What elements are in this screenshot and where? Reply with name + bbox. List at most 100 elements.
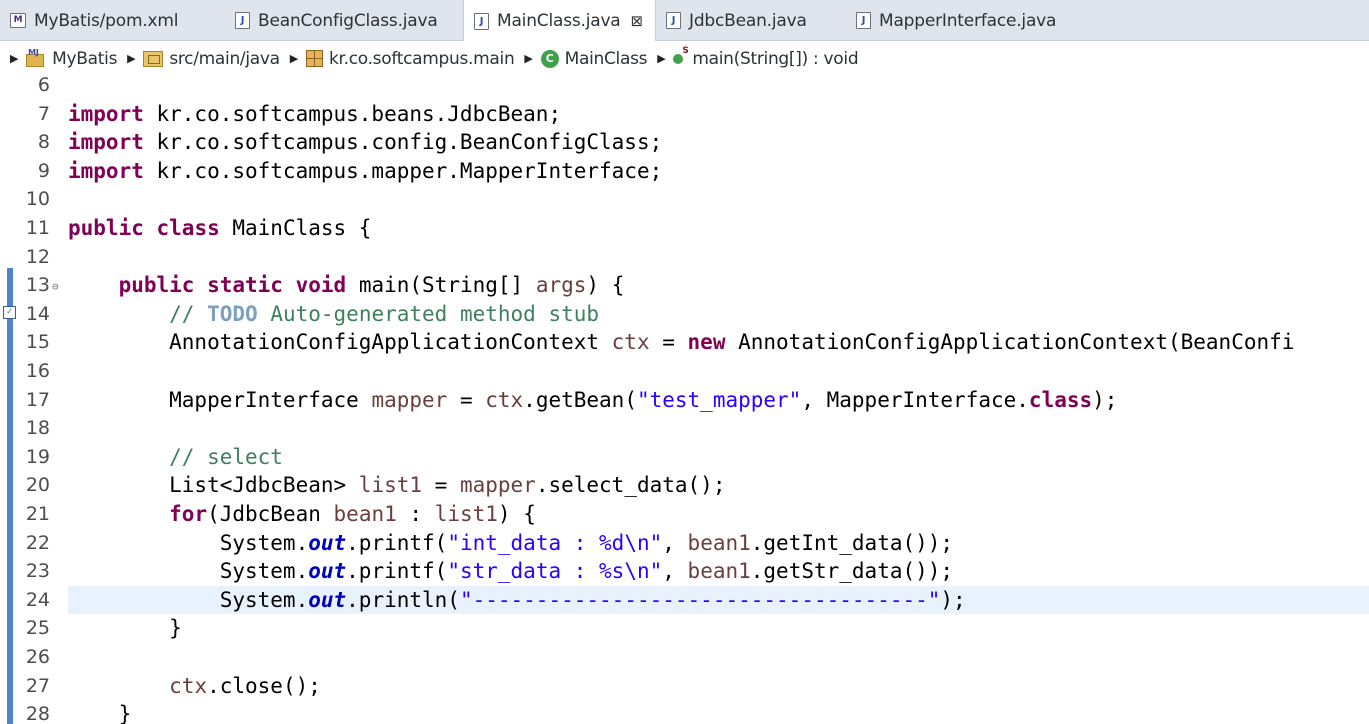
breadcrumb-arrow-icon[interactable]: ▶ <box>657 52 665 65</box>
maven-file-icon: M <box>10 13 26 28</box>
code-token: ); <box>940 587 966 612</box>
line-number: 21 <box>25 503 50 525</box>
code-line[interactable]: 27 ctx.close(); <box>0 672 1369 701</box>
code-text[interactable] <box>68 357 1369 386</box>
code-text[interactable]: ctx.close(); <box>68 672 1369 701</box>
fold-collapse-icon[interactable]: ⊖ <box>52 273 59 302</box>
code-token: import <box>68 101 144 126</box>
code-line[interactable]: 11 public class MainClass { <box>0 214 1369 243</box>
code-line[interactable]: 24 System.out.println("-----------------… <box>0 585 1369 615</box>
code-text[interactable]: import kr.co.softcampus.mapper.MapperInt… <box>68 157 1369 186</box>
line-number: 18 <box>25 417 50 440</box>
breadcrumb-package[interactable]: kr.co.softcampus.main <box>305 49 515 69</box>
code-line[interactable]: 23 System.out.printf("str_data : %s\n", … <box>0 557 1369 586</box>
code-text[interactable]: } <box>68 614 1369 643</box>
code-text[interactable] <box>68 76 1369 100</box>
code-text[interactable]: MapperInterface mapper = ctx.getBean("te… <box>68 386 1369 415</box>
code-line[interactable]: 9 import kr.co.softcampus.mapper.MapperIn… <box>0 157 1369 186</box>
static-method-icon <box>673 46 689 64</box>
code-text[interactable] <box>68 414 1369 443</box>
close-tab-icon[interactable]: ⊠ <box>631 12 644 30</box>
breadcrumb-project[interactable]: MJ MyBatis <box>26 48 117 69</box>
line-number: 10 <box>25 188 50 211</box>
code-line[interactable]: 26 <box>0 643 1369 672</box>
tab-pom-xml[interactable]: M MyBatis/pom.xml <box>0 0 225 41</box>
code-text[interactable]: AnnotationConfigApplicationContext ctx =… <box>68 328 1369 357</box>
code-token: MapperInterface <box>68 387 372 412</box>
code-text[interactable]: public static void main(String[] args) { <box>68 271 1369 300</box>
line-number: 13 <box>25 274 50 297</box>
breadcrumb-source-folder[interactable]: src/main/java <box>143 49 280 69</box>
code-token: = <box>447 387 486 412</box>
code-line[interactable]: 21 for(JdbcBean bean1 : list1) { <box>0 500 1369 529</box>
editor-tab-bar: M MyBatis/pom.xml J BeanConfigClass.java… <box>0 0 1369 42</box>
breadcrumb-arrow-icon[interactable]: ▶ <box>127 52 135 65</box>
code-token: import <box>68 158 144 183</box>
code-line[interactable]: 17 MapperInterface mapper = ctx.getBean(… <box>0 386 1369 415</box>
code-line[interactable]: 6 <box>0 76 1369 100</box>
code-line[interactable]: 22 System.out.printf("int_data : %d\n", … <box>0 529 1369 558</box>
code-line[interactable]: 19 // select <box>0 443 1369 472</box>
tab-jdbcbean[interactable]: J JdbcBean.java <box>656 0 846 41</box>
code-token: // <box>169 301 208 326</box>
code-token: bean1 <box>687 559 751 584</box>
code-token: list1 <box>358 473 423 498</box>
code-token: for <box>169 502 208 526</box>
code-text[interactable]: System.out.printf("str_data : %s\n", bea… <box>68 557 1369 586</box>
code-line[interactable]: 10 <box>0 185 1369 214</box>
code-token: : <box>396 502 435 526</box>
code-token: , <box>662 559 688 584</box>
line-number: 9 <box>37 159 50 182</box>
code-text[interactable]: System.out.printf("int_data : %d\n", bea… <box>68 529 1369 558</box>
code-token: ctx <box>169 673 208 698</box>
code-line[interactable]: 13 ⊖ public static void main(String[] arg… <box>0 271 1369 300</box>
code-text[interactable]: // select <box>68 443 1369 472</box>
code-text[interactable]: // TODO Auto-generated method stub <box>68 300 1369 329</box>
code-token: "------------------------------------" <box>459 587 941 612</box>
java-file-icon: J <box>666 12 681 29</box>
breadcrumb-arrow-icon[interactable]: ▶ <box>290 52 298 65</box>
code-token: Auto-generated method stub <box>257 301 600 326</box>
code-text[interactable]: import kr.co.softcampus.beans.JdbcBean; <box>68 100 1369 129</box>
code-line[interactable]: 15 AnnotationConfigApplicationContext ct… <box>0 328 1369 357</box>
code-text[interactable] <box>68 243 1369 272</box>
code-token: = <box>649 330 688 355</box>
code-token: out <box>308 530 347 555</box>
code-text[interactable]: System.out.println("--------------------… <box>68 585 1369 615</box>
code-token: (JdbcBean <box>207 502 334 526</box>
code-line[interactable]: 28 } <box>0 700 1369 724</box>
breadcrumb-method[interactable]: main(String[]) : void <box>673 46 859 69</box>
code-token: .select_data(); <box>535 473 726 498</box>
code-line[interactable]: 18 <box>0 414 1369 443</box>
breadcrumb-arrow-icon[interactable]: ▶ <box>524 52 532 65</box>
breadcrumb-class[interactable]: C MainClass <box>540 49 648 69</box>
line-number: 15 <box>25 331 50 354</box>
tab-mainclass[interactable]: J MainClass.java ⊠ <box>463 0 656 42</box>
line-number: 12 <box>25 245 50 268</box>
code-token: "test_mapper" <box>636 387 802 412</box>
code-text[interactable]: public class MainClass { <box>68 214 1369 243</box>
code-line[interactable]: 14 ✓ // TODO Auto-generated method stub <box>0 300 1369 329</box>
breadcrumb-arrow-icon[interactable]: ▶ <box>10 52 18 65</box>
code-editor[interactable]: 6 7 import kr.co.softcampus.beans.JdbcBean… <box>0 76 1369 724</box>
code-line[interactable]: 25 } <box>0 614 1369 643</box>
code-text[interactable] <box>68 643 1369 672</box>
code-line[interactable]: 7 import kr.co.softcampus.beans.JdbcBean; <box>0 100 1369 129</box>
code-text[interactable]: for(JdbcBean bean1 : list1) { <box>68 500 1369 529</box>
tab-mapperinterface[interactable]: J MapperInterface.java <box>846 0 1076 41</box>
code-text[interactable] <box>68 185 1369 214</box>
code-line[interactable]: 16 <box>0 357 1369 386</box>
code-text[interactable]: import kr.co.softcampus.config.BeanConfi… <box>68 128 1369 157</box>
code-text[interactable]: List<JdbcBean> list1 = mapper.select_dat… <box>68 471 1369 500</box>
tab-beanconfigclass[interactable]: J BeanConfigClass.java <box>225 0 465 41</box>
task-marker-icon[interactable]: ✓ <box>3 305 16 319</box>
line-number: 20 <box>25 474 50 497</box>
code-line[interactable]: 12 <box>0 243 1369 272</box>
code-line[interactable]: 20 List<JdbcBean> list1 = mapper.select_… <box>0 471 1369 500</box>
code-line[interactable]: 8 import kr.co.softcampus.config.BeanConf… <box>0 128 1369 157</box>
code-text[interactable]: } <box>68 700 1369 724</box>
code-token: kr.co.softcampus.config.BeanConfigClass; <box>143 130 663 155</box>
